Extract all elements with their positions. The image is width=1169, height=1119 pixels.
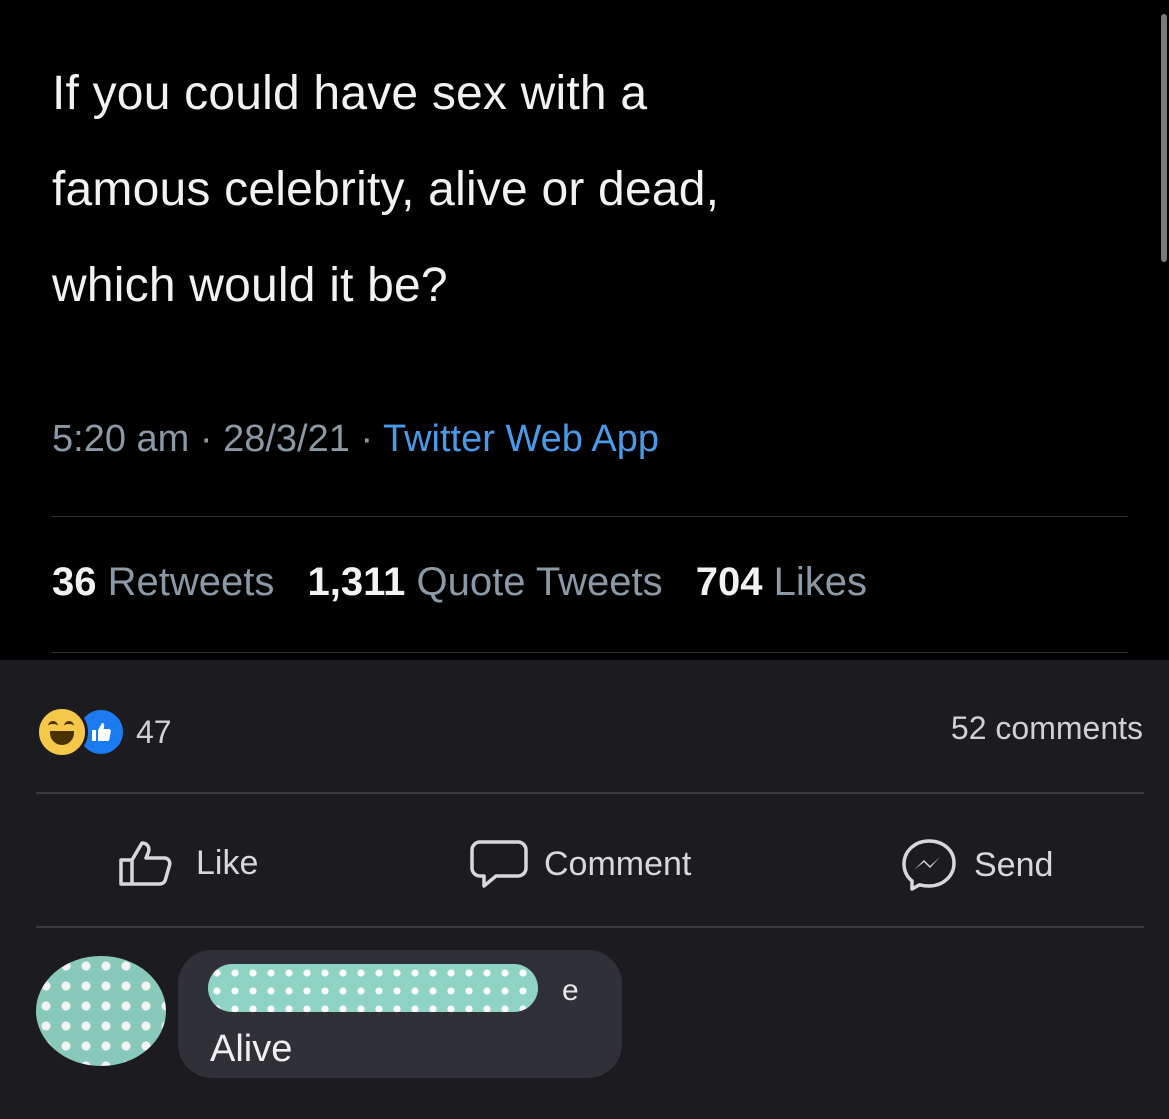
meta-separator: ·	[360, 418, 374, 460]
reaction-count: 47	[136, 713, 172, 750]
tweet-card: If you could have sex with a famous cele…	[0, 0, 1169, 660]
tweet-date: 28/3/21	[223, 418, 350, 460]
comment-button[interactable]: Comment	[470, 838, 691, 890]
tweet-text: If you could have sex with a famous cele…	[52, 67, 720, 312]
send-label: Send	[974, 845, 1054, 884]
tweet-meta: 5:20 am · 28/3/21 · Twitter Web App	[52, 418, 659, 461]
scrollbar-thumb[interactable]	[1161, 14, 1167, 262]
retweets-stat[interactable]: 36 Retweets	[52, 560, 286, 604]
facebook-post-footer: 47 52 comments Like Comment Send e Alive	[0, 660, 1169, 1119]
comment-label: Comment	[544, 844, 692, 883]
like-button[interactable]: Like	[116, 838, 258, 888]
retweets-label: Retweets	[107, 560, 275, 604]
tweet-source-link[interactable]: Twitter Web App	[383, 418, 659, 460]
reactions-summary[interactable]: 47	[36, 706, 172, 758]
quote-tweets-count: 1,311	[307, 560, 406, 604]
divider	[52, 652, 1128, 653]
haha-reaction-icon	[36, 706, 88, 758]
thumbs-up-icon	[119, 841, 172, 886]
like-label: Like	[196, 843, 259, 882]
commenter-name-redacted[interactable]	[208, 964, 538, 1012]
likes-label: Likes	[773, 560, 867, 604]
quote-tweets-stat[interactable]: 1,311 Quote Tweets	[308, 560, 674, 604]
quote-tweets-label: Quote Tweets	[416, 560, 663, 604]
tweet-stats: 36 Retweets 1,311 Quote Tweets 704 Likes	[52, 560, 889, 605]
divider	[36, 926, 1144, 928]
likes-count: 704	[695, 560, 763, 604]
comment-bubble: e Alive	[178, 950, 622, 1078]
messenger-icon	[902, 839, 956, 891]
retweets-count: 36	[52, 560, 97, 604]
send-button[interactable]: Send	[900, 838, 1053, 892]
comments-count-link[interactable]: 52 comments	[951, 710, 1143, 747]
divider	[36, 792, 1144, 794]
divider	[52, 516, 1128, 517]
commenter-avatar-redacted[interactable]	[36, 956, 166, 1066]
comment-item: e Alive	[0, 950, 1169, 1119]
meta-separator: ·	[199, 418, 213, 460]
commenter-name-fragment: e	[562, 974, 579, 1007]
likes-stat[interactable]: 704 Likes	[696, 560, 867, 604]
post-actions-bar: Like Comment Send	[0, 828, 1169, 898]
speech-bubble-icon	[470, 840, 528, 888]
comment-text: Alive	[210, 1028, 293, 1070]
tweet-time: 5:20 am	[52, 418, 190, 460]
